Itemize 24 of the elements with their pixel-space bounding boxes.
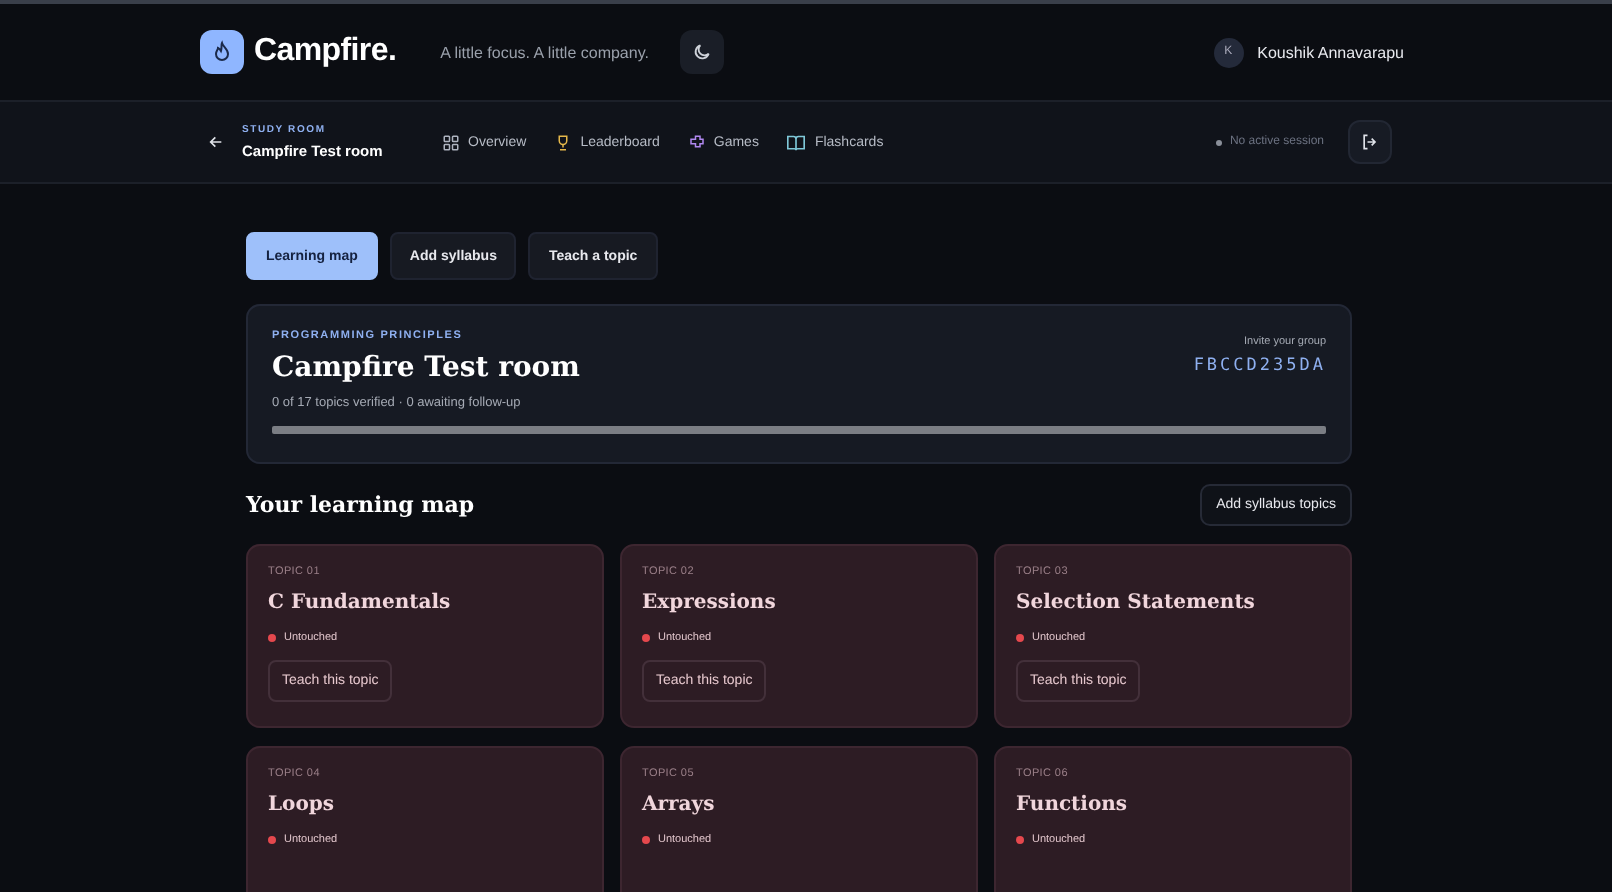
exit-icon (1360, 132, 1380, 152)
section-heading: Your learning map (246, 492, 475, 518)
topic-title: Selection Statements (1016, 592, 1255, 614)
moon-icon (692, 42, 713, 62)
topic-title: Expressions (642, 592, 776, 614)
back-arrow-button[interactable] (208, 134, 224, 150)
topic-title: Arrays (642, 794, 715, 816)
room-heading: Campfire Test room (272, 352, 580, 384)
topic-title: C Fundamentals (268, 592, 451, 614)
status-dot-icon (1215, 139, 1222, 145)
tagline: A little focus. A little company. (440, 43, 649, 61)
theme-toggle-button[interactable] (680, 30, 725, 74)
brand-name: Campfire. (254, 34, 397, 70)
leave-room-button[interactable] (1348, 120, 1392, 164)
arrow-left-icon (208, 134, 224, 150)
grid-icon (442, 133, 460, 151)
book-icon (786, 133, 807, 151)
invite-code: FBCCD235DA (1193, 356, 1326, 376)
user-name: Koushik Annavarapu (1257, 43, 1404, 61)
trophy-icon (554, 133, 573, 151)
flame-logo-icon (200, 30, 244, 74)
topic-title: Loops (268, 794, 334, 816)
topic-title: Functions (1016, 794, 1128, 816)
puzzle-icon (687, 133, 706, 151)
